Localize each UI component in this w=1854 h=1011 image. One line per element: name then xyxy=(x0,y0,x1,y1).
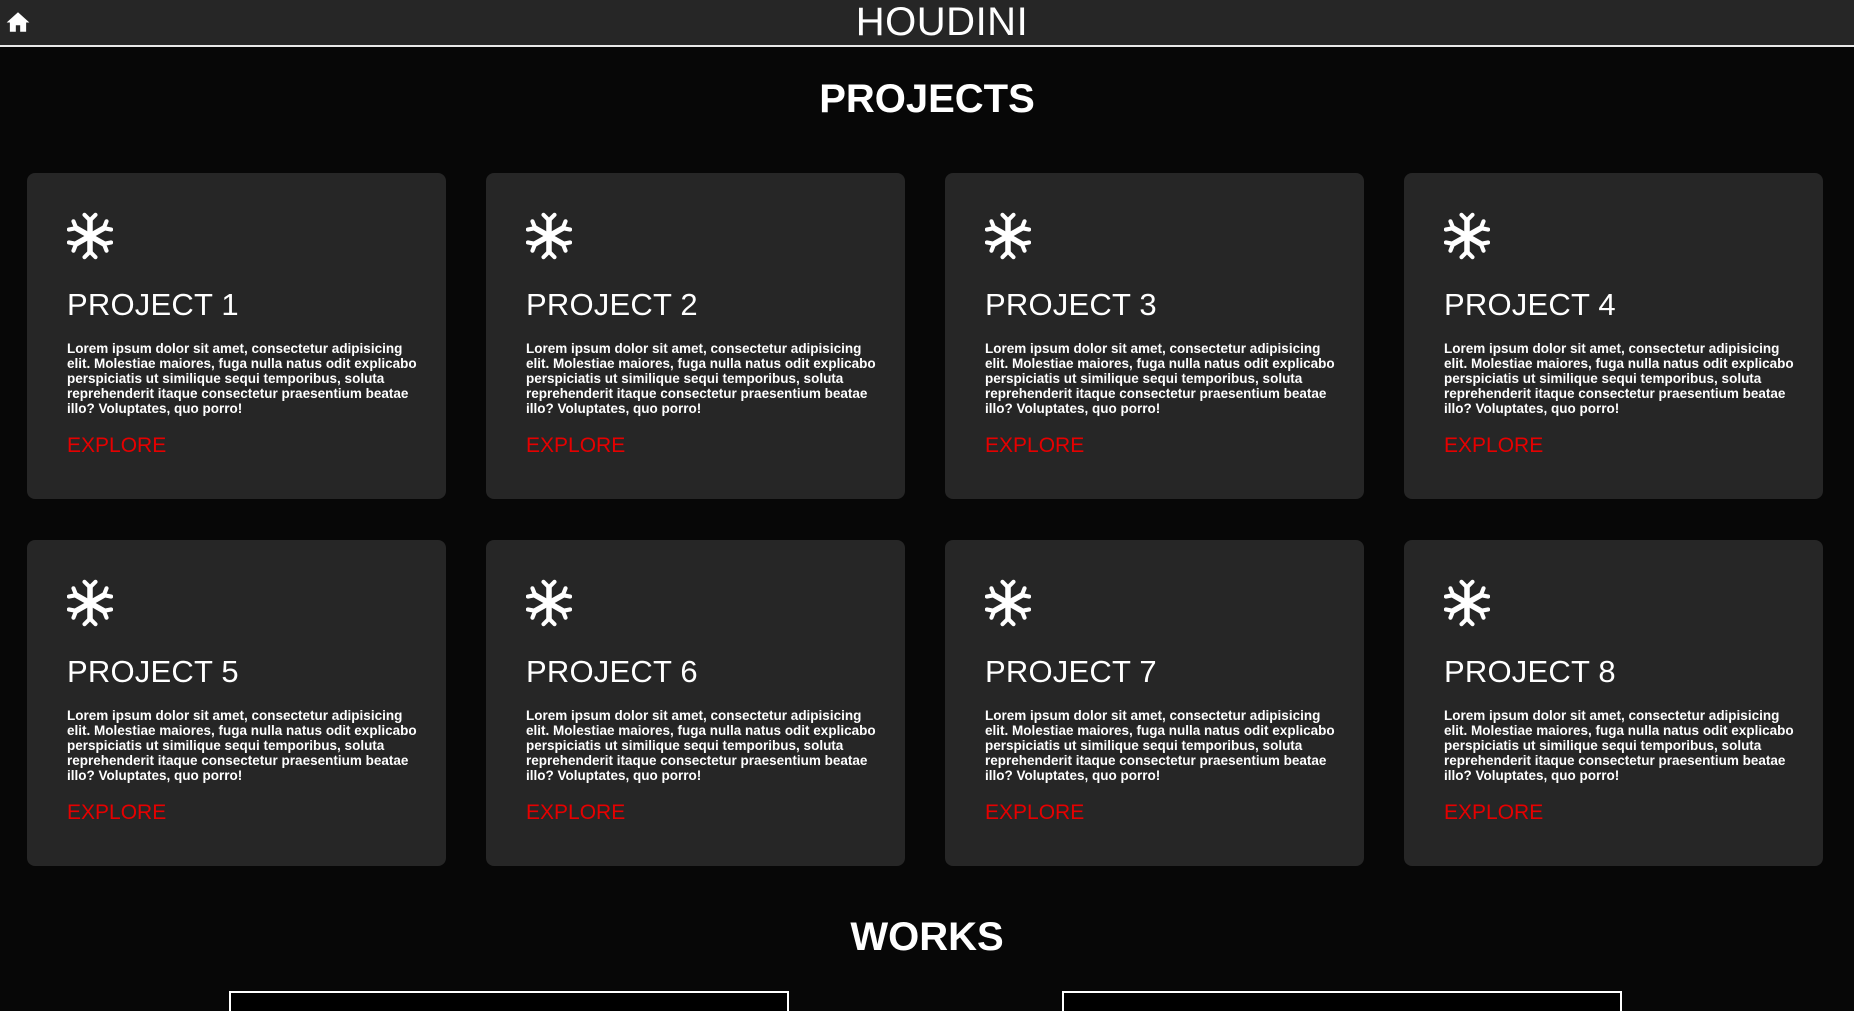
project-description: Lorem ipsum dolor sit amet, consectetur … xyxy=(67,341,417,416)
project-title: PROJECT 7 xyxy=(985,654,1157,689)
project-title: PROJECT 4 xyxy=(1444,287,1616,322)
project-card: PROJECT 1 Lorem ipsum dolor sit amet, co… xyxy=(27,173,446,499)
project-card: PROJECT 8 Lorem ipsum dolor sit amet, co… xyxy=(1404,540,1823,866)
project-description: Lorem ipsum dolor sit amet, consectetur … xyxy=(985,708,1335,783)
project-card: PROJECT 3 Lorem ipsum dolor sit amet, co… xyxy=(945,173,1364,499)
project-title: PROJECT 3 xyxy=(985,287,1157,322)
snowflake-icon xyxy=(526,211,572,261)
project-title: PROJECT 2 xyxy=(526,287,698,322)
project-description: Lorem ipsum dolor sit amet, consectetur … xyxy=(1444,341,1794,416)
project-description: Lorem ipsum dolor sit amet, consectetur … xyxy=(526,708,876,783)
project-description: Lorem ipsum dolor sit amet, consectetur … xyxy=(526,341,876,416)
explore-link[interactable]: EXPLORE xyxy=(67,801,166,825)
explore-link[interactable]: EXPLORE xyxy=(985,434,1084,458)
explore-link[interactable]: EXPLORE xyxy=(985,801,1084,825)
site-brand: HOUDINI xyxy=(855,0,1029,44)
project-card: PROJECT 7 Lorem ipsum dolor sit amet, co… xyxy=(945,540,1364,866)
home-button[interactable] xyxy=(5,9,31,35)
project-title: PROJECT 5 xyxy=(67,654,239,689)
explore-link[interactable]: EXPLORE xyxy=(1444,801,1543,825)
projects-grid: PROJECT 1 Lorem ipsum dolor sit amet, co… xyxy=(27,173,1825,866)
explore-link[interactable]: EXPLORE xyxy=(526,434,625,458)
explore-link[interactable]: EXPLORE xyxy=(1444,434,1543,458)
project-card: PROJECT 4 Lorem ipsum dolor sit amet, co… xyxy=(1404,173,1823,499)
snowflake-icon xyxy=(67,578,113,628)
snowflake-icon xyxy=(67,211,113,261)
project-title: PROJECT 8 xyxy=(1444,654,1616,689)
works-section-title: WORKS xyxy=(850,915,1004,959)
snowflake-icon xyxy=(526,578,572,628)
top-navbar: HOUDINI xyxy=(0,0,1854,47)
project-title: PROJECT 6 xyxy=(526,654,698,689)
explore-link[interactable]: EXPLORE xyxy=(526,801,625,825)
project-card: PROJECT 2 Lorem ipsum dolor sit amet, co… xyxy=(486,173,905,499)
explore-link[interactable]: EXPLORE xyxy=(67,434,166,458)
project-description: Lorem ipsum dolor sit amet, consectetur … xyxy=(985,341,1335,416)
projects-section-title: PROJECTS xyxy=(819,77,1035,121)
snowflake-icon xyxy=(985,578,1031,628)
snowflake-icon xyxy=(1444,578,1490,628)
project-description: Lorem ipsum dolor sit amet, consectetur … xyxy=(1444,708,1794,783)
snowflake-icon xyxy=(1444,211,1490,261)
project-card: PROJECT 5 Lorem ipsum dolor sit amet, co… xyxy=(27,540,446,866)
snowflake-icon xyxy=(985,211,1031,261)
project-title: PROJECT 1 xyxy=(67,287,239,322)
project-description: Lorem ipsum dolor sit amet, consectetur … xyxy=(67,708,417,783)
home-icon xyxy=(5,9,31,35)
works-item[interactable] xyxy=(1062,991,1622,1011)
project-card: PROJECT 6 Lorem ipsum dolor sit amet, co… xyxy=(486,540,905,866)
works-item[interactable] xyxy=(229,991,789,1011)
